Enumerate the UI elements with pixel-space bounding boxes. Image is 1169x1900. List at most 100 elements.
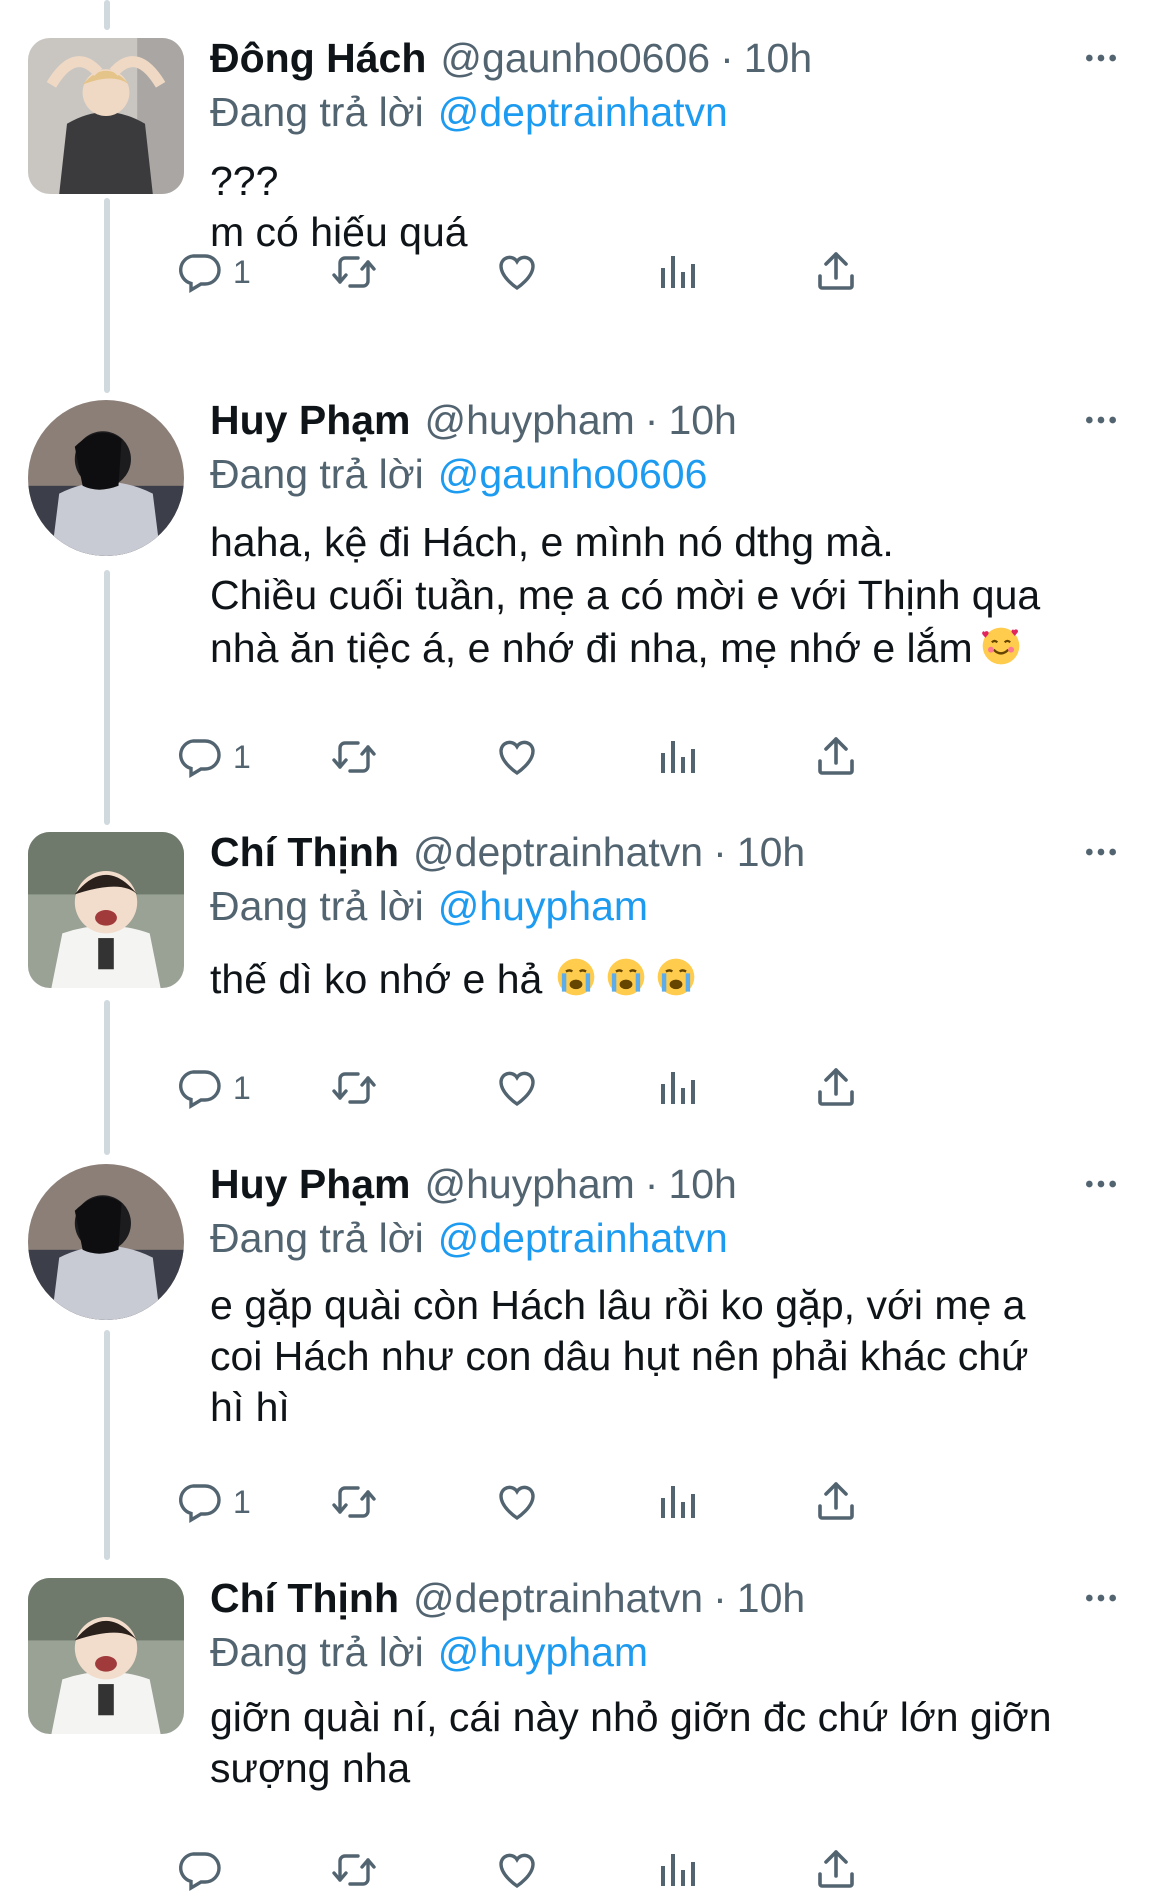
- share-button[interactable]: [812, 1840, 860, 1900]
- views-button[interactable]: [653, 1058, 701, 1118]
- action-bar: [210, 1840, 1040, 1900]
- reply-icon: [175, 1846, 223, 1894]
- reply-button[interactable]: 1: [175, 727, 251, 787]
- more-options-icon[interactable]: [1073, 1156, 1129, 1212]
- reply-mention-link[interactable]: @huypham: [438, 1629, 648, 1676]
- views-icon: [653, 733, 701, 781]
- retweet-icon: [330, 733, 378, 781]
- avatar[interactable]: [28, 1578, 184, 1734]
- avatar[interactable]: [28, 832, 184, 988]
- views-icon: [653, 248, 701, 296]
- retweet-button[interactable]: [330, 727, 378, 787]
- share-icon: [812, 1846, 860, 1894]
- retweet-button[interactable]: [330, 1058, 378, 1118]
- more-options-icon[interactable]: [1073, 30, 1129, 86]
- reply-mention-link[interactable]: @huypham: [438, 883, 648, 930]
- timestamp[interactable]: 10h: [668, 1161, 736, 1208]
- display-name[interactable]: Huy Phạm: [210, 397, 411, 444]
- tweet-header: Huy Phạm @huypham · 10h: [210, 392, 1129, 448]
- separator-dot: ·: [720, 34, 734, 81]
- timestamp[interactable]: 10h: [744, 35, 812, 82]
- more-options-icon[interactable]: [1073, 1570, 1129, 1626]
- loudly-crying-face-icon: [604, 955, 648, 999]
- share-icon: [812, 1478, 860, 1526]
- user-handle[interactable]: @deptrainhatvn: [413, 829, 703, 876]
- replying-to-label: Đang trả lời: [210, 450, 424, 497]
- replying-to-label: Đang trả lời: [210, 88, 424, 135]
- reply-mention-link[interactable]: @gaunho0606: [438, 451, 708, 498]
- user-handle[interactable]: @huypham: [425, 1161, 635, 1208]
- more-options-icon[interactable]: [1073, 392, 1129, 448]
- reply-button[interactable]: [175, 1840, 223, 1900]
- display-name[interactable]: Đông Hách: [210, 35, 426, 82]
- reply-count: 1: [233, 253, 251, 290]
- display-name[interactable]: Huy Phạm: [210, 1161, 411, 1208]
- action-bar: 1: [210, 242, 1040, 302]
- timestamp[interactable]: 10h: [737, 829, 805, 876]
- tweet[interactable]: Chí Thịnh @deptrainhatvn · 10h Đang trả …: [0, 1570, 1169, 1880]
- tweet-text-content: thế dì ko nhớ e hả: [210, 956, 543, 1002]
- reply-button[interactable]: 1: [175, 1472, 251, 1532]
- avatar[interactable]: [28, 400, 184, 556]
- views-button[interactable]: [653, 727, 701, 787]
- like-button[interactable]: [493, 242, 541, 302]
- tweet[interactable]: Đông Hách @gaunho0606 · 10h Đang trả lời…: [0, 30, 1169, 390]
- retweet-button[interactable]: [330, 1472, 378, 1532]
- display-name[interactable]: Chí Thịnh: [210, 829, 399, 876]
- share-icon: [812, 733, 860, 781]
- reply-mention-link[interactable]: @deptrainhatvn: [438, 89, 728, 136]
- thread-line: [104, 0, 110, 30]
- reply-icon: [175, 1064, 223, 1112]
- replying-to: Đang trả lời @deptrainhatvn: [210, 1212, 1129, 1264]
- views-icon: [653, 1064, 701, 1112]
- more-options-icon[interactable]: [1073, 824, 1129, 880]
- loudly-crying-face-icon: [654, 955, 698, 999]
- timestamp[interactable]: 10h: [668, 397, 736, 444]
- retweet-icon: [330, 1064, 378, 1112]
- share-button[interactable]: [812, 727, 860, 787]
- reply-count: 1: [233, 738, 251, 775]
- reply-button[interactable]: 1: [175, 1058, 251, 1118]
- tweet-text: e gặp quài còn Hách lâu rồi ko gặp, với …: [210, 1282, 1029, 1430]
- retweet-button[interactable]: [330, 1840, 378, 1900]
- like-button[interactable]: [493, 1472, 541, 1532]
- like-button[interactable]: [493, 727, 541, 787]
- user-handle[interactable]: @gaunho0606: [440, 35, 710, 82]
- loudly-crying-face-icon: [554, 955, 598, 999]
- share-button[interactable]: [812, 1058, 860, 1118]
- timestamp[interactable]: 10h: [737, 1575, 805, 1622]
- action-bar: 1: [210, 1058, 1040, 1118]
- avatar[interactable]: [28, 1164, 184, 1320]
- tweet-header: Huy Phạm @huypham · 10h: [210, 1156, 1129, 1212]
- avatar[interactable]: [28, 38, 184, 194]
- reply-icon: [175, 1478, 223, 1526]
- views-button[interactable]: [653, 1472, 701, 1532]
- views-button[interactable]: [653, 242, 701, 302]
- reply-button[interactable]: 1: [175, 242, 251, 302]
- reply-mention-link[interactable]: @deptrainhatvn: [438, 1215, 728, 1262]
- like-button[interactable]: [493, 1840, 541, 1900]
- share-icon: [812, 248, 860, 296]
- separator-dot: ·: [644, 1160, 659, 1207]
- share-button[interactable]: [812, 242, 860, 302]
- replying-to: Đang trả lời @huypham: [210, 1626, 1129, 1678]
- action-bar: 1: [210, 727, 1040, 787]
- separator-dot: ·: [644, 396, 659, 443]
- views-icon: [653, 1478, 701, 1526]
- display-name[interactable]: Chí Thịnh: [210, 1575, 399, 1622]
- user-handle[interactable]: @deptrainhatvn: [413, 1575, 703, 1622]
- replying-to-label: Đang trả lời: [210, 882, 424, 929]
- separator-dot: ·: [713, 1574, 727, 1621]
- heart-icon: [493, 1846, 541, 1894]
- reply-count: 1: [233, 1069, 251, 1106]
- replying-to: Đang trả lời @deptrainhatvn: [210, 86, 1129, 138]
- retweet-button[interactable]: [330, 242, 378, 302]
- share-button[interactable]: [812, 1472, 860, 1532]
- tweet-header: Chí Thịnh @deptrainhatvn · 10h: [210, 824, 1129, 880]
- replying-to: Đang trả lời @huypham: [210, 880, 1129, 932]
- like-button[interactable]: [493, 1058, 541, 1118]
- heart-icon: [493, 248, 541, 296]
- views-button[interactable]: [653, 1840, 701, 1900]
- share-icon: [812, 1064, 860, 1112]
- user-handle[interactable]: @huypham: [425, 397, 635, 444]
